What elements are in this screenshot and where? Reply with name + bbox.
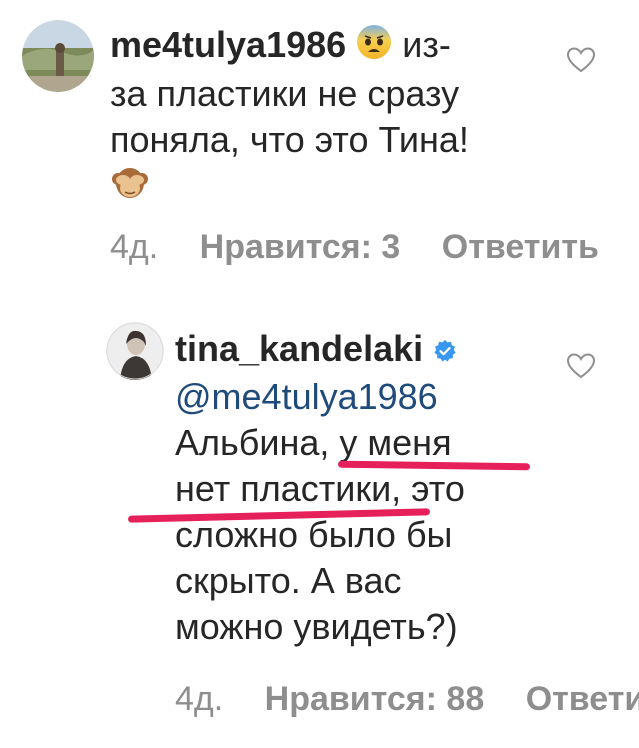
like-heart-icon[interactable] bbox=[566, 46, 596, 74]
avatar-photo bbox=[22, 20, 94, 92]
avatar-photo bbox=[106, 322, 164, 380]
like-heart-icon[interactable] bbox=[566, 352, 596, 380]
comment-2-username[interactable]: tina_kandelaki bbox=[175, 328, 423, 369]
comment-2-line3: сложно было бы bbox=[175, 514, 453, 556]
comment-1-line2: за пластики не сразу bbox=[110, 72, 460, 114]
comment-2-line2: нет пластики, это bbox=[175, 468, 465, 510]
avatar-tina-kandelaki[interactable] bbox=[106, 322, 164, 380]
comment-1-likes[interactable]: Нравится: 3 bbox=[200, 228, 401, 266]
avatar-me4tulya1986[interactable] bbox=[22, 20, 94, 92]
comment-2-likes[interactable]: Нравится: 88 bbox=[265, 680, 485, 718]
comment-2-time: 4д. bbox=[175, 680, 224, 718]
comment-1-reply-button[interactable]: Ответить bbox=[442, 228, 599, 266]
see-no-evil-monkey-emoji-icon bbox=[110, 163, 150, 214]
comment-1-text: me4tulya1986 из- за пластики не сразу по… bbox=[110, 22, 540, 214]
comment-2-reply-button[interactable]: Ответить bbox=[526, 680, 639, 718]
verified-badge-icon bbox=[433, 328, 457, 374]
comment-2-line1: Альбина, у меня bbox=[175, 422, 452, 464]
fearful-face-emoji-icon bbox=[356, 24, 392, 71]
comment-1-line3: поняла, что это Тина! bbox=[110, 118, 469, 160]
comment-1: me4tulya1986 из- за пластики не сразу по… bbox=[0, 0, 639, 290]
comment-2-meta: 4д. Нравится: 88 Ответить bbox=[175, 680, 639, 719]
comment-2-line4: скрыто. А вас bbox=[175, 560, 402, 602]
comment-1-time: 4д. bbox=[110, 228, 159, 266]
comment-1-username[interactable]: me4tulya1986 bbox=[110, 24, 346, 65]
comment-2-line5: можно увидеть?) bbox=[175, 606, 458, 648]
comment-2-mention-link[interactable]: @me4tulya1986 bbox=[175, 376, 438, 417]
comment-1-line1: из- bbox=[402, 24, 451, 65]
comment-1-meta: 4д. Нравится: 3 Ответить bbox=[110, 228, 631, 267]
comment-2-text: tina_kandelaki @me4tulya1986 Альбина, у … bbox=[175, 326, 575, 650]
comment-2: tina_kandelaki @me4tulya1986 Альбина, у … bbox=[0, 300, 639, 748]
